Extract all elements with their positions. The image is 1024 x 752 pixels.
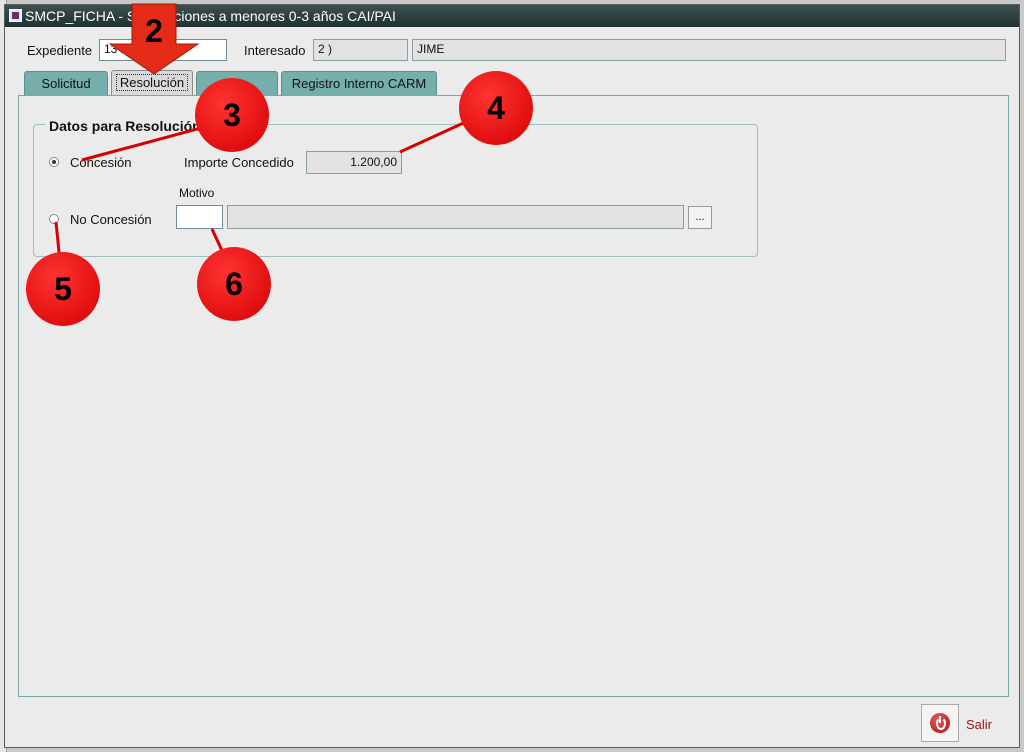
datos-resolucion-group bbox=[33, 124, 758, 257]
interesado-label: Interesado bbox=[244, 43, 306, 58]
motivo-description-field[interactable] bbox=[227, 205, 684, 229]
motivo-label: Motivo bbox=[179, 186, 215, 200]
no-concesion-label: No Concesión bbox=[70, 212, 152, 227]
group-title: Datos para Resolución bbox=[45, 118, 205, 134]
concesion-radio[interactable] bbox=[49, 157, 59, 167]
interesado-code-field[interactable]: 2 ) bbox=[313, 39, 408, 61]
tab-resolucion-label: Resolución bbox=[115, 74, 189, 91]
callout-2: 2 bbox=[145, 13, 163, 49]
tab-solicitud-label: Solicitud bbox=[41, 76, 91, 91]
concesion-label: Concesión bbox=[70, 155, 132, 170]
importe-concedido-label: Importe Concedido bbox=[184, 155, 294, 170]
tab-registro-interno-carm[interactable]: Registro Interno CARM bbox=[281, 71, 437, 95]
tab-resolucion[interactable]: Resolución bbox=[111, 70, 193, 97]
motivo-code-field[interactable] bbox=[176, 205, 223, 229]
importe-concedido-field[interactable]: 1.200,00 bbox=[306, 151, 402, 174]
salir-button[interactable] bbox=[921, 704, 959, 742]
app-icon bbox=[9, 9, 22, 22]
tab-solicitud[interactable]: Solicitud bbox=[24, 71, 108, 95]
expediente-label: Expediente bbox=[27, 43, 93, 58]
salir-label: Salir bbox=[966, 717, 993, 732]
interesado-name-field[interactable]: JIME bbox=[412, 39, 1006, 61]
power-icon bbox=[930, 713, 950, 733]
callout-5: 5 bbox=[26, 252, 100, 326]
tab-registro-label: Registro Interno CARM bbox=[291, 76, 427, 91]
motivo-lov-button[interactable]: ... bbox=[688, 206, 712, 229]
window-title: SMCP_FICHA - Subvenciones a menores 0-3 … bbox=[25, 8, 396, 24]
callout-4: 4 bbox=[459, 71, 533, 145]
callout-3: 3 bbox=[195, 78, 269, 152]
no-concesion-radio[interactable] bbox=[49, 214, 59, 224]
callout-6: 6 bbox=[197, 247, 271, 321]
